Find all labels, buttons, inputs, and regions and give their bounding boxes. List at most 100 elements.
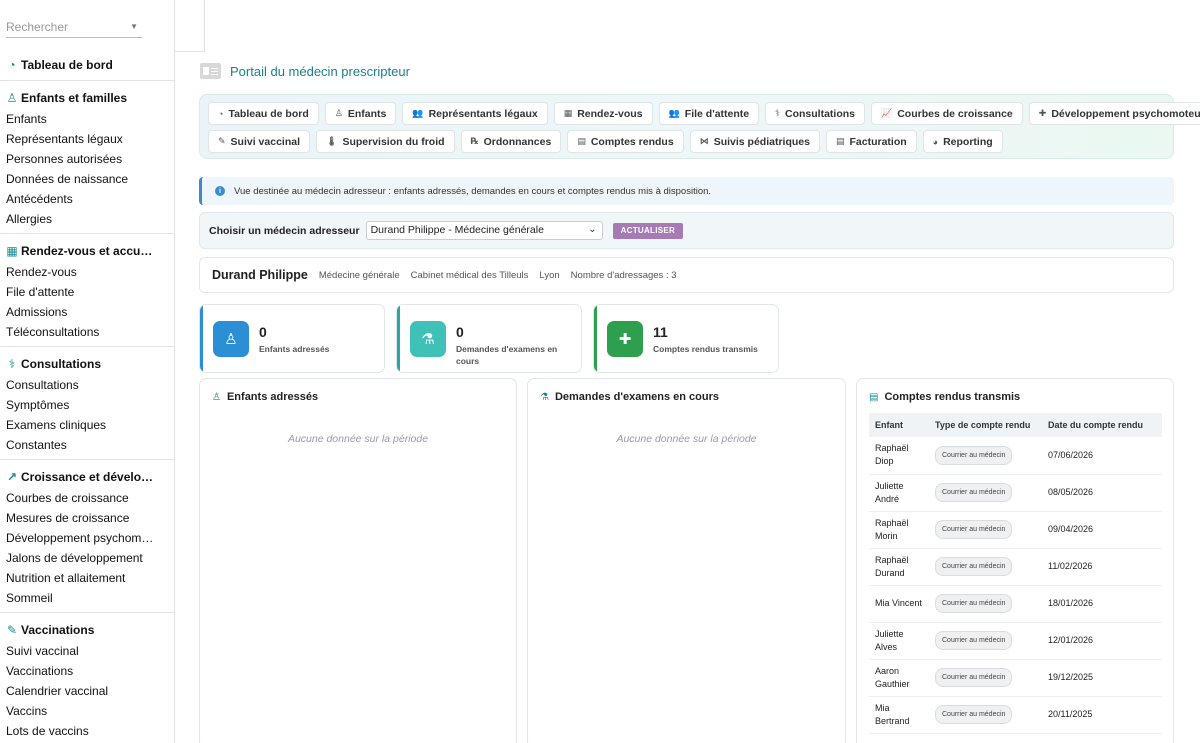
sidebar-item[interactable]: Rendez-vous xyxy=(0,262,174,282)
sidebar-item[interactable]: Jalons de développement xyxy=(0,548,174,568)
sidebar-section-header[interactable]: ⚕ Consultations xyxy=(0,353,174,375)
report-type-cell: Courrier au médecin xyxy=(929,585,1042,623)
tab-repr-sentants-l-gaux[interactable]: 👥 Représentants légaux xyxy=(402,102,548,125)
gauge-icon: ◔ xyxy=(218,108,224,119)
tab-facturation[interactable]: ▤ Facturation xyxy=(825,130,917,153)
tab-d-veloppement-psychomoteur[interactable]: ✚ Développement psychomoteur xyxy=(1028,102,1200,125)
doctor-specialty: Médecine générale xyxy=(318,269,400,281)
doctor-referral-count: Nombre d'adressages : 3 xyxy=(570,269,677,281)
syringe-icon: ✎ xyxy=(218,136,226,146)
stat-card-reports: ✚ 11 Comptes rendus transmis xyxy=(593,304,779,373)
report-child-name: Raphaël Morin xyxy=(869,511,929,549)
table-row[interactable]: Mia Bertrand Courrier au médecin 20/11/202… xyxy=(869,696,1162,734)
sidebar-item[interactable]: Représentants légaux xyxy=(0,129,174,149)
sidebar-item[interactable]: Enfants xyxy=(0,109,174,129)
report-type-cell: Courrier au médecin xyxy=(929,696,1042,734)
sidebar-section-title: Tableau de bord xyxy=(21,58,113,72)
sidebar-section-header[interactable]: ♙ Enfants et familles xyxy=(0,87,174,109)
sidebar-item[interactable]: Vaccinations xyxy=(0,661,174,681)
chevron-down-icon[interactable]: ▼ xyxy=(130,22,138,31)
panel-title: Comptes rendus transmis xyxy=(884,391,1021,403)
sidebar-item[interactable]: Antécédents xyxy=(0,189,174,209)
sidebar-item[interactable]: Courbes de croissance xyxy=(0,488,174,508)
sidebar-section: ▦ Rendez-vous et accu… Rendez-vous File d'a… xyxy=(0,233,174,346)
tab-consultations[interactable]: ⚕ Consultations xyxy=(765,102,865,125)
sidebar-item[interactable]: Téléconsultations xyxy=(0,322,174,342)
stat-value: 11 xyxy=(653,324,668,340)
id-card-icon xyxy=(200,63,221,79)
tab-suivi-vaccinal[interactable]: ✎ Suivi vaccinal xyxy=(208,130,311,153)
tab-suivis-p-diatriques[interactable]: ⋈ Suivis pédiatriques xyxy=(689,130,820,153)
sidebar-item[interactable]: Symptômes xyxy=(0,395,174,415)
sidebar-item[interactable]: Suivi vaccinal xyxy=(0,641,174,661)
table-row[interactable]: Raphaël Morin Courrier au médecin 09/04/20… xyxy=(869,511,1162,549)
table-row[interactable]: Mia Vincent Courrier au médecin 18/01/2026 xyxy=(869,585,1162,623)
sidebar-item[interactable]: Sommeil xyxy=(0,588,174,608)
empty-state: Aucune donnée sur la période xyxy=(616,433,757,445)
sidebar-item[interactable]: Examens cliniques xyxy=(0,415,174,435)
table-row[interactable]: Raphaël Durand Courrier au médecin 11/02/2… xyxy=(869,548,1162,586)
tab-supervision-du-froid[interactable]: 🌡 Supervision du froid xyxy=(316,130,455,153)
sidebar-item[interactable]: Admissions xyxy=(0,302,174,322)
sidebar-item[interactable]: File d'attente xyxy=(0,282,174,302)
tab-courbes-de-croissance[interactable]: 📈 Courbes de croissance xyxy=(871,102,1023,125)
panel-header: ♙ Enfants adressés xyxy=(212,391,318,403)
report-type-badge: Courrier au médecin xyxy=(935,668,1013,687)
search-input[interactable]: Rechercher ▼ xyxy=(6,14,142,38)
sidebar-item[interactable]: Calendrier vaccinal xyxy=(0,681,174,701)
report-type-badge: Courrier au médecin xyxy=(935,557,1013,576)
sidebar-item[interactable]: Données de naissance xyxy=(0,169,174,189)
table-row[interactable]: Raphaël Diop Courrier au médecin 07/06/202… xyxy=(869,437,1162,475)
module-tabs: ◔ Tableau de bord ♙ Enfants 👥 Représentants l… xyxy=(199,94,1200,159)
refresh-button[interactable]: ACTUALISER xyxy=(612,222,684,239)
table-row[interactable]: Juliette Alves Courrier au médecin 12/01/2… xyxy=(869,622,1162,660)
report-type-cell: Courrier au médecin xyxy=(929,622,1042,660)
panel-title: Demandes d'examens en cours xyxy=(554,391,719,403)
tab-rendez-vous[interactable]: ▦ Rendez-vous xyxy=(553,102,653,125)
tab-comptes-rendus[interactable]: ▤ Comptes rendus xyxy=(567,130,684,153)
gauge-icon: ◔ xyxy=(8,58,16,72)
tab-file-d-attente[interactable]: 👥 File d'attente xyxy=(658,102,760,125)
stat-value: 0 xyxy=(259,324,267,340)
sidebar-item[interactable]: Lots de vaccins xyxy=(0,721,174,741)
sidebar-item[interactable]: Vaccins xyxy=(0,701,174,721)
report-date: 19/12/2025 xyxy=(1042,659,1162,697)
column-header-type[interactable]: Type de compte rendu xyxy=(929,413,1042,437)
sidebar-section-header[interactable]: ▦ Rendez-vous et accu… xyxy=(0,240,174,262)
tab-label: Suivis pédiatriques xyxy=(713,135,810,148)
report-child-name: Raphaël Diop xyxy=(869,437,929,475)
sidebar-nav: ◔ Tableau de bord ♙ Enfants et familles Enfa… xyxy=(0,52,174,743)
flask-icon: ⚗ xyxy=(410,321,446,357)
sidebar-item[interactable]: Nutrition et allaitement xyxy=(0,568,174,588)
report-date: 12/01/2026 xyxy=(1042,622,1162,660)
sidebar-item[interactable]: Mesures de croissance xyxy=(0,508,174,528)
sidebar-section-header[interactable]: ◔ Tableau de bord xyxy=(0,54,174,76)
stethoscope-icon: ⚕ xyxy=(8,357,16,371)
thermometer-icon: 🌡 xyxy=(326,136,338,146)
doctor-select[interactable]: Durand Philippe - Médecine générale ⌄ xyxy=(365,221,603,240)
tab-ordonnances[interactable]: ℞ Ordonnances xyxy=(460,130,562,153)
tab-reporting[interactable]: ◕ Reporting xyxy=(922,130,1003,153)
reports-table: Enfant Type de compte rendu Date du comp… xyxy=(869,413,1162,734)
sidebar-item[interactable]: Personnes autorisées xyxy=(0,149,174,169)
sidebar-item[interactable]: Développement psychom… xyxy=(0,528,174,548)
sidebar-section: ✎ Vaccinations Suivi vaccinal Vaccinations C… xyxy=(0,612,174,743)
info-banner: i Vue destinée au médecin adresseur : en… xyxy=(199,177,1174,205)
doctor-city: Lyon xyxy=(539,269,560,281)
table-row[interactable]: Aaron Gauthier Courrier au médecin 19/12/2… xyxy=(869,659,1162,697)
sidebar-item[interactable]: Consultations xyxy=(0,375,174,395)
sidebar-section: ◔ Tableau de bord xyxy=(0,52,174,80)
report-date: 20/11/2025 xyxy=(1042,696,1162,734)
tab-tableau-de-bord[interactable]: ◔ Tableau de bord xyxy=(208,102,319,125)
sidebar-item[interactable]: Allergies xyxy=(0,209,174,229)
sidebar-section-header[interactable]: ✎ Vaccinations xyxy=(0,619,174,641)
stat-label: Demandes d'examens en cours xyxy=(456,344,558,366)
table-row[interactable]: Juliette André Courrier au médecin 08/05/2… xyxy=(869,474,1162,512)
stat-label: Enfants adressés xyxy=(259,344,330,354)
tab-enfants[interactable]: ♙ Enfants xyxy=(324,102,397,125)
column-header-date[interactable]: Date du compte rendu xyxy=(1042,413,1162,437)
report-type-cell: Courrier au médecin xyxy=(929,437,1042,475)
column-header-child[interactable]: Enfant xyxy=(869,413,929,437)
sidebar-section-header[interactable]: ↗ Croissance et dévelo… xyxy=(0,466,174,488)
sidebar-item[interactable]: Constantes xyxy=(0,435,174,455)
